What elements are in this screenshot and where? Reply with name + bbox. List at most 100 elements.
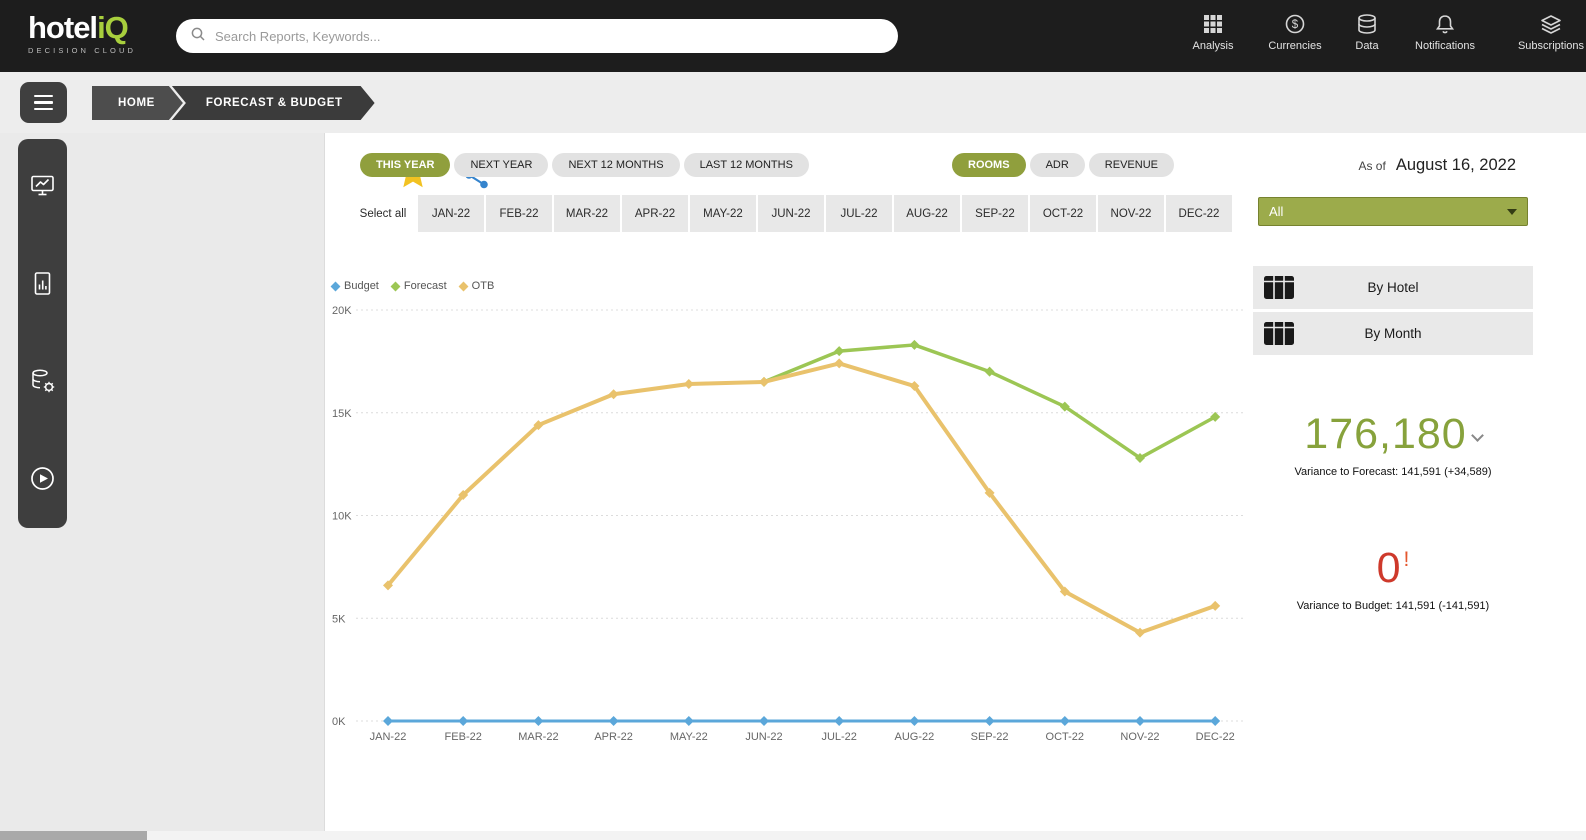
month-button-oct-22[interactable]: OCT-22 (1030, 195, 1096, 232)
legend-label: Forecast (403, 280, 447, 292)
month-button-apr-22[interactable]: APR-22 (622, 195, 688, 232)
share-icon (462, 161, 492, 194)
metric-tabs: ROOMS ADR REVENUE (952, 153, 1174, 177)
month-button-jun-22[interactable]: JUN-22 (758, 195, 824, 232)
month-button-jul-22[interactable]: JUL-22 (826, 195, 892, 232)
app-window: hoteliQ DECISION CLOUD Analysis $ Curren… (0, 0, 1586, 840)
forecast-chart: 0K 5K 10K 15K 20K JAN-22 FEB-22 MAR-22 APR-22 MAY… (332, 305, 1246, 743)
svg-text:$: $ (1292, 19, 1299, 31)
chevron-down-icon[interactable] (1470, 429, 1484, 442)
as-of-value: August 16, 2022 (1395, 156, 1516, 174)
svg-text:SEP-22: SEP-22 (971, 731, 1009, 743)
as-of-date: As of August 16, 2022 (1358, 156, 1516, 175)
variance-to-forecast: Variance to Forecast: 141,591 (+34,589) (1294, 466, 1492, 478)
period-tab-next-12-months[interactable]: NEXT 12 MONTHS (552, 153, 680, 177)
nav-label: Analysis (1192, 40, 1234, 52)
budget-value: 0! (1253, 544, 1533, 593)
month-button-dec-22[interactable]: DEC-22 (1166, 195, 1232, 232)
by-hotel-label: By Hotel (1367, 280, 1419, 295)
report-document-icon[interactable] (18, 270, 67, 297)
play-circle-icon[interactable] (18, 465, 67, 492)
svg-text:FEB-22: FEB-22 (445, 731, 482, 743)
nav-label: Currencies (1268, 40, 1322, 52)
scrollbar-thumb[interactable] (0, 831, 147, 840)
breadcrumb-home[interactable]: HOME (92, 86, 183, 120)
tool-rail (18, 139, 67, 528)
legend-swatch (458, 281, 469, 291)
period-tab-last-12-months[interactable]: LAST 12 MONTHS (683, 153, 809, 177)
svg-text:OCT-22: OCT-22 (1046, 731, 1085, 743)
period-tab-next-year[interactable]: NEXT YEAR (454, 153, 549, 177)
bell-icon (1434, 13, 1456, 35)
svg-text:AUG-22: AUG-22 (895, 731, 935, 743)
month-button-may-22[interactable]: MAY-22 (690, 195, 756, 232)
by-hotel-button[interactable]: By Hotel (1253, 266, 1533, 309)
metric-tab-revenue[interactable]: REVENUE (1088, 153, 1174, 177)
nav-currencies[interactable]: $ Currencies (1255, 13, 1335, 52)
svg-text:MAY-22: MAY-22 (670, 731, 708, 743)
legend-item-budget[interactable]: Budget (330, 280, 379, 292)
svg-text:0K: 0K (332, 716, 346, 728)
svg-text:5K: 5K (332, 613, 346, 625)
dashboard-chart-icon[interactable] (18, 172, 67, 199)
month-button-mar-22[interactable]: MAR-22 (554, 195, 620, 232)
by-month-label: By Month (1364, 326, 1422, 341)
database-icon (1356, 13, 1378, 35)
period-tab-this-year[interactable]: THIS YEAR (360, 153, 451, 177)
top-bar: hoteliQ DECISION CLOUD Analysis $ Curren… (0, 0, 1586, 72)
horizontal-scrollbar (0, 831, 1586, 840)
nav-label: Notifications (1415, 40, 1475, 52)
dropdown-value: All (1269, 204, 1284, 219)
svg-text:JUN-22: JUN-22 (745, 731, 782, 743)
svg-text:15K: 15K (332, 408, 352, 420)
breadcrumb-bar: HOME FORECAST & BUDGET (0, 72, 1586, 189)
coin-icon: $ (1284, 13, 1306, 35)
legend-item-forecast[interactable]: Forecast (390, 280, 447, 292)
svg-text:JUL-22: JUL-22 (821, 731, 856, 743)
data-settings-icon[interactable] (18, 367, 67, 395)
logo-text: hotel (28, 10, 98, 45)
svg-text:DEC-22: DEC-22 (1196, 731, 1235, 743)
select-all-button[interactable]: Select all (350, 195, 416, 232)
nav-label: Data (1355, 40, 1379, 52)
nav-notifications[interactable]: Notifications (1405, 13, 1485, 52)
svg-text:APR-22: APR-22 (594, 731, 633, 743)
metric-tab-rooms[interactable]: ROOMS (952, 153, 1026, 177)
total-rooms-value: 176,180 (1253, 410, 1533, 459)
search-icon (190, 26, 206, 47)
month-button-nov-22[interactable]: NOV-22 (1098, 195, 1164, 232)
month-button-feb-22[interactable]: FEB-22 (486, 195, 552, 232)
menu-button[interactable] (20, 82, 67, 123)
search-input[interactable] (215, 28, 884, 44)
metric-tab-adr[interactable]: ADR (1029, 153, 1085, 177)
search-bar (176, 19, 898, 53)
hoteliq-logo[interactable]: hoteliQ DECISION CLOUD (28, 12, 136, 55)
month-button-aug-22[interactable]: AUG-22 (894, 195, 960, 232)
layers-icon (1540, 13, 1562, 35)
nav-subscriptions[interactable]: Subscriptions (1496, 13, 1586, 52)
by-month-button[interactable]: By Month (1253, 312, 1533, 355)
nav-analysis[interactable]: Analysis (1173, 13, 1253, 52)
svg-text:MAR-22: MAR-22 (518, 731, 558, 743)
total-rooms-number: 176,180 (1304, 410, 1467, 458)
logo-accent: iQ (97, 10, 129, 45)
nav-data[interactable]: Data (1327, 13, 1407, 52)
warning-exclamation-icon: ! (1403, 548, 1410, 571)
breadcrumb: HOME FORECAST & BUDGET (92, 86, 375, 120)
budget-number: 0 (1376, 544, 1401, 592)
chevron-down-icon (1507, 208, 1517, 215)
hotel-filter-dropdown[interactable]: All (1258, 197, 1528, 226)
svg-text:JAN-22: JAN-22 (370, 731, 407, 743)
legend-label: Budget (344, 280, 379, 292)
chart-legend: Budget Forecast OTB (330, 280, 495, 292)
grid-icon (1202, 13, 1224, 35)
legend-item-otb[interactable]: OTB (458, 280, 495, 292)
logo-subtitle: DECISION CLOUD (28, 46, 136, 55)
breadcrumb-forecast-budget[interactable]: FORECAST & BUDGET (172, 86, 375, 120)
nav-label: Subscriptions (1517, 40, 1585, 52)
month-filter-row: Select all JAN-22 FEB-22 MAR-22 APR-22 MAY-22… (350, 195, 1232, 232)
legend-swatch (390, 281, 401, 291)
month-button-jan-22[interactable]: JAN-22 (418, 195, 484, 232)
legend-label: OTB (471, 280, 495, 292)
month-button-sep-22[interactable]: SEP-22 (962, 195, 1028, 232)
